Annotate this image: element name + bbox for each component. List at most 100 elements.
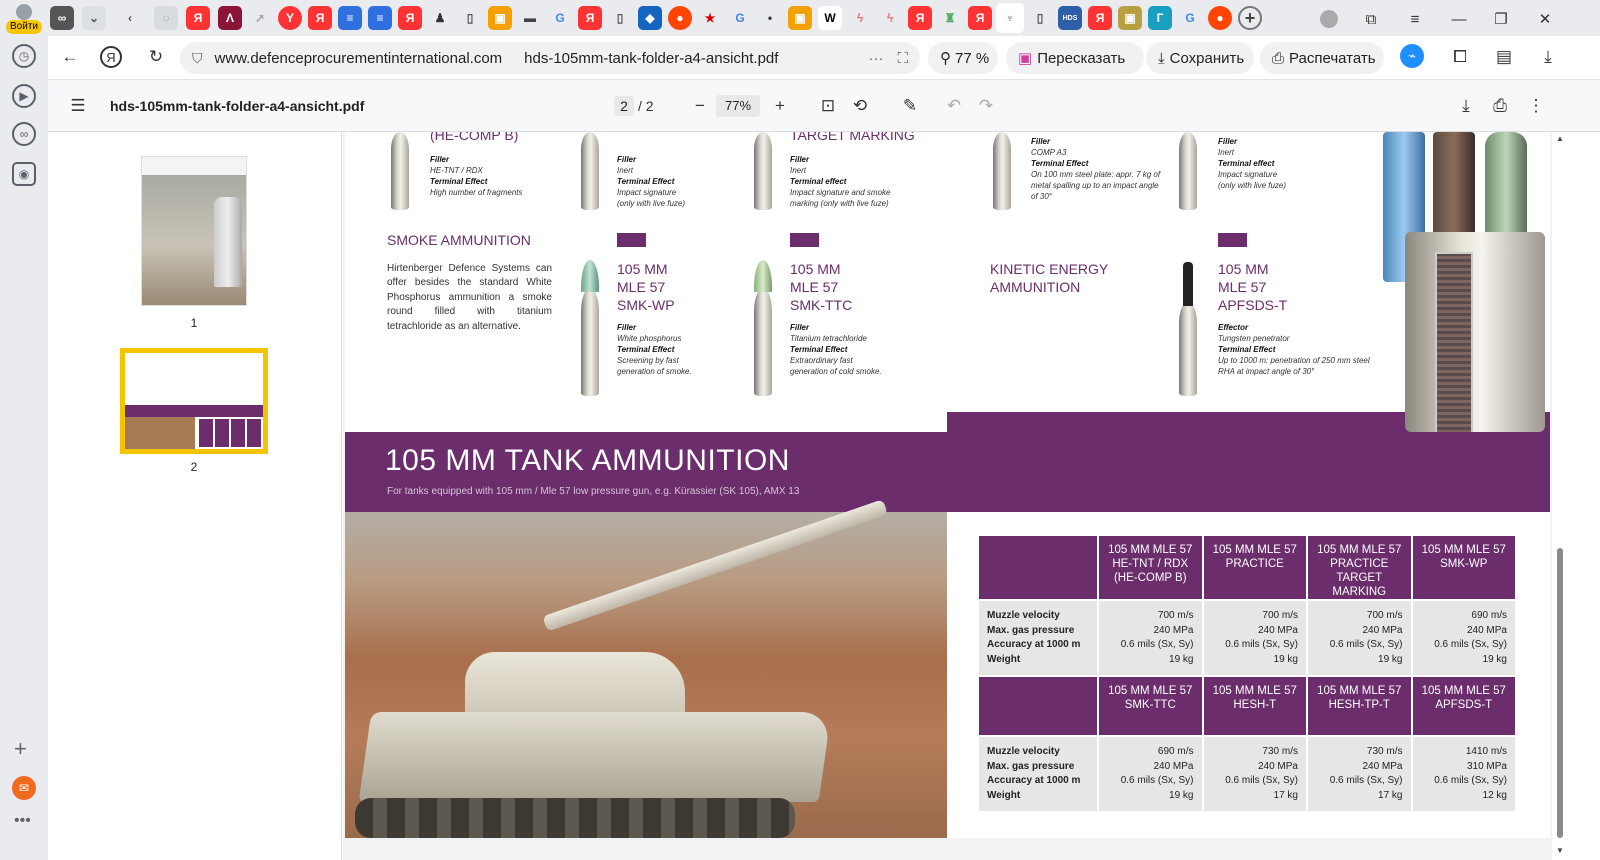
zoom-in-icon[interactable]: + bbox=[766, 92, 794, 120]
tab-page-3[interactable]: ▯ bbox=[1028, 6, 1052, 30]
sidebar-toggle-icon[interactable]: ☰ bbox=[64, 92, 92, 120]
tab-teal[interactable]: Г bbox=[1148, 6, 1172, 30]
collections-icon[interactable]: ⧉ bbox=[1360, 8, 1382, 30]
play-icon[interactable]: ▶ bbox=[12, 84, 36, 108]
tab-tank[interactable]: ▬ bbox=[518, 6, 542, 30]
add-panel-icon[interactable]: + bbox=[14, 736, 27, 762]
pdf-download-icon[interactable]: ⤓ bbox=[1452, 92, 1480, 120]
fit-page-icon[interactable]: ⊡ bbox=[814, 92, 842, 120]
tab-blue[interactable]: ◆ bbox=[638, 6, 662, 30]
spec-value: 0.6 mils (Sx, Sy) bbox=[1329, 639, 1403, 650]
spec-header-cell: 105 MM MLE 57 PRACTICE bbox=[1201, 534, 1308, 601]
tab-reddit[interactable]: ● bbox=[668, 6, 692, 30]
tab-google-2[interactable]: G bbox=[728, 6, 752, 30]
draw-icon[interactable]: ✎ bbox=[896, 92, 924, 120]
tab-docs[interactable]: ≡ bbox=[338, 6, 362, 30]
spec-value: 240 MPa bbox=[1257, 624, 1298, 636]
downloads-icon[interactable]: ⤓ bbox=[1534, 43, 1562, 71]
tab-image-2[interactable]: ▣ bbox=[788, 6, 812, 30]
tab-yandex-2[interactable]: Я bbox=[308, 6, 332, 30]
tab-lambda[interactable]: Λ bbox=[218, 6, 242, 30]
tab-bolt-2[interactable]: ϟ bbox=[878, 6, 902, 30]
extensions-icon[interactable]: ⧠ bbox=[1446, 43, 1474, 71]
tab-image[interactable]: ▣ bbox=[488, 6, 512, 30]
url-more-icon[interactable]: ··· bbox=[868, 50, 883, 67]
spec-value-row: Muzzle velocity Max. gas pressure Accuracy… bbox=[977, 599, 1517, 677]
scrollbar-thumb[interactable] bbox=[1557, 548, 1563, 838]
back-icon[interactable]: ← bbox=[56, 43, 84, 71]
url-field[interactable]: ⛉ www.defenceprocurementinternational.co… bbox=[180, 42, 920, 74]
history-icon[interactable]: ◷ bbox=[12, 44, 36, 68]
save-button[interactable]: ⤓ Сохранить bbox=[1146, 42, 1254, 74]
office-icon[interactable]: ▤ bbox=[1490, 43, 1518, 71]
tab-yandex-5[interactable]: Я bbox=[908, 6, 932, 30]
pdf-viewer[interactable]: (HE-COMP B) Filler HE-TNT / RDX Terminal E… bbox=[343, 132, 1552, 860]
tab-person[interactable]: ♟ bbox=[428, 6, 452, 30]
tab-picture[interactable]: ▣ bbox=[1118, 6, 1142, 30]
zoom-out-icon[interactable]: − bbox=[686, 92, 714, 120]
tab-docs-2[interactable]: ≡ bbox=[368, 6, 392, 30]
tab-soldier[interactable]: ♜ bbox=[938, 6, 962, 30]
tab-google-3[interactable]: G bbox=[1178, 6, 1202, 30]
back-tabs-icon[interactable]: ‹ bbox=[118, 6, 142, 30]
vertical-scrollbar[interactable]: ▲ ▼ bbox=[1552, 132, 1568, 860]
spec-header-cell: 105 MM MLE 57 APFSDS-T bbox=[1410, 675, 1517, 737]
tab-bolt[interactable]: ϟ bbox=[848, 6, 872, 30]
camera-icon[interactable]: ◉ bbox=[12, 162, 36, 186]
new-tab-button[interactable]: + bbox=[1238, 6, 1262, 30]
pdf-print-icon[interactable]: ⎙ bbox=[1486, 92, 1514, 120]
zoom-button[interactable]: ⚲ 77 % bbox=[928, 42, 998, 74]
spec-header-line: TARGET MARKING bbox=[1332, 572, 1387, 598]
spec-labels-cell: Muzzle velocity Max. gas pressure Accuracy… bbox=[977, 599, 1099, 677]
print-button[interactable]: ⎙ Распечатать bbox=[1260, 42, 1384, 74]
infinity-icon[interactable]: ∞ bbox=[12, 122, 36, 146]
bookmark-icon[interactable]: ⛶ bbox=[897, 50, 908, 67]
tab-favicon[interactable]: ◌ bbox=[154, 6, 178, 30]
alice-icon[interactable]: ⌁ bbox=[1400, 44, 1424, 68]
close-icon[interactable]: ✕ bbox=[1534, 8, 1556, 30]
thumbnail-page-2[interactable] bbox=[120, 348, 268, 454]
menu-icon[interactable]: ≡ bbox=[1404, 8, 1426, 30]
tab-list-chevron-icon[interactable]: ⌄ bbox=[82, 6, 106, 30]
rotate-icon[interactable]: ⟲ bbox=[846, 92, 874, 120]
profile-button[interactable]: Войти bbox=[6, 4, 42, 34]
tab-yandex-4[interactable]: Я bbox=[578, 6, 602, 30]
redo-icon[interactable]: ↷ bbox=[972, 92, 1000, 120]
tab-yandex-3[interactable]: Я bbox=[398, 6, 422, 30]
spec-value: 19 kg bbox=[1169, 789, 1194, 801]
spec-value: 19 kg bbox=[1378, 653, 1403, 665]
tab-page[interactable]: ▯ bbox=[458, 6, 482, 30]
tab-yandex-6[interactable]: Я bbox=[968, 6, 992, 30]
tab-dot[interactable]: • bbox=[758, 6, 782, 30]
scrollbar-up-icon[interactable]: ▲ bbox=[1556, 134, 1564, 143]
tab-star[interactable]: ★ bbox=[698, 6, 722, 30]
retell-button[interactable]: ▣ Пересказать bbox=[1006, 42, 1144, 74]
tab-y[interactable]: Y bbox=[278, 6, 302, 30]
spec-value: 0.6 mils (Sx, Sy) bbox=[1120, 775, 1194, 786]
tab-yandex[interactable]: Я bbox=[186, 6, 210, 30]
tab-current[interactable]: ♆ bbox=[996, 3, 1024, 33]
minimize-icon[interactable]: — bbox=[1448, 8, 1470, 30]
account-icon[interactable] bbox=[1318, 8, 1340, 30]
page-number-input[interactable]: 2 bbox=[614, 96, 634, 116]
tab-reddit-2[interactable]: ● bbox=[1208, 6, 1232, 30]
more-icon[interactable]: ••• bbox=[14, 812, 31, 830]
tab-hds[interactable]: HDS bbox=[1058, 6, 1082, 30]
undo-icon[interactable]: ↶ bbox=[940, 92, 968, 120]
pdf-more-icon[interactable]: ⋮ bbox=[1522, 92, 1550, 120]
restore-icon[interactable]: ❐ bbox=[1490, 8, 1512, 30]
tab-google[interactable]: G bbox=[548, 6, 572, 30]
zoom-input[interactable]: 77% bbox=[716, 95, 760, 117]
tab-wiki[interactable]: W bbox=[818, 6, 842, 30]
reload-icon[interactable]: ↻ bbox=[142, 43, 170, 71]
tab-active-infinity[interactable]: ∞ bbox=[50, 6, 74, 30]
yandex-icon[interactable]: Я bbox=[100, 46, 122, 68]
tab-page-2[interactable]: ▯ bbox=[608, 6, 632, 30]
thumbnail-page-1[interactable] bbox=[141, 156, 247, 306]
top-spec-5: Filler Inert Terminal effect Impact signatu… bbox=[1218, 137, 1287, 190]
scrollbar-down-icon[interactable]: ▼ bbox=[1556, 846, 1564, 855]
tab-arrow[interactable]: ➚ bbox=[248, 6, 272, 30]
spec-header-line: 105 MM MLE 57 bbox=[1421, 685, 1506, 697]
tab-yandex-7[interactable]: Я bbox=[1088, 6, 1112, 30]
mail-icon[interactable]: ✉ bbox=[12, 776, 36, 800]
